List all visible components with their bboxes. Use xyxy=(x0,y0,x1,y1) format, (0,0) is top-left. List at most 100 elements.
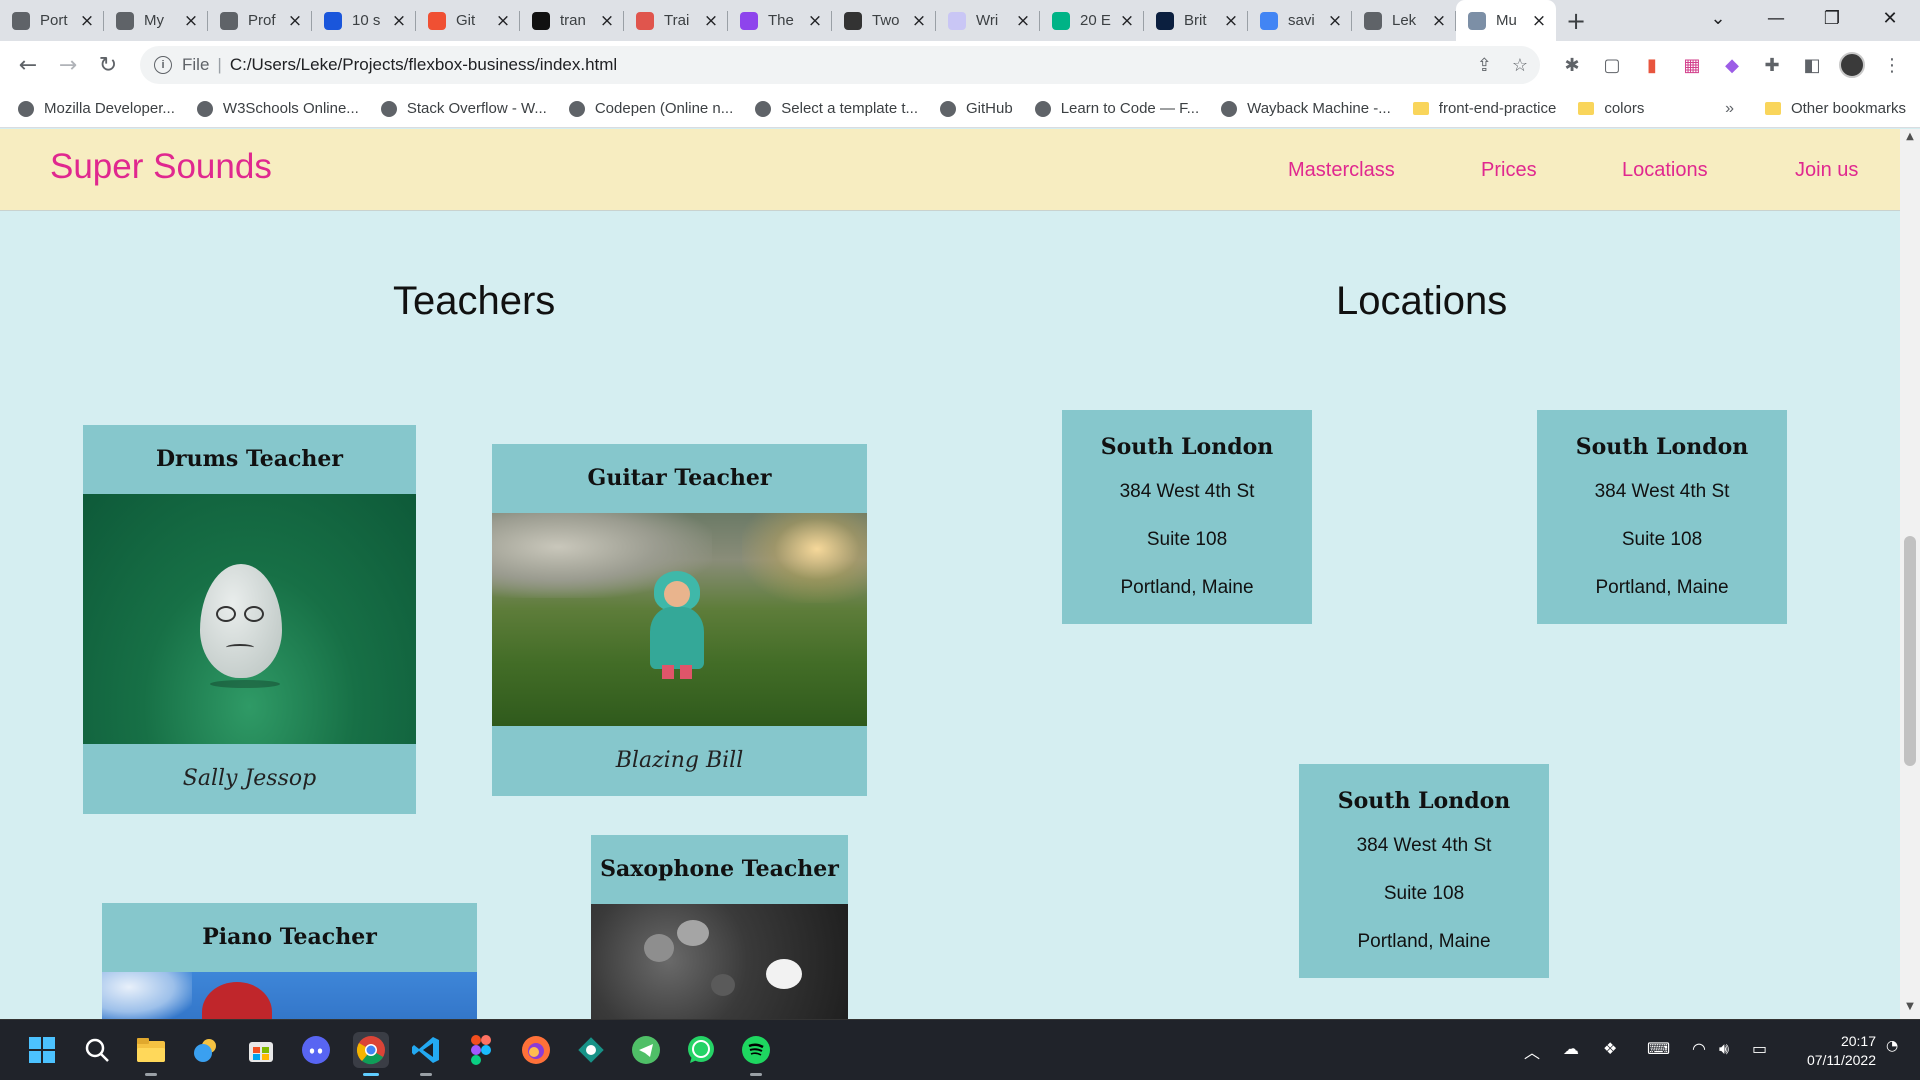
bookmark-item[interactable]: W3Schools Online... xyxy=(196,100,359,117)
keyboard-icon[interactable]: ⌨ xyxy=(1647,1039,1670,1058)
browser-tab[interactable]: The × xyxy=(728,0,832,41)
gitkraken-icon[interactable] xyxy=(573,1032,609,1068)
bookmark-item[interactable]: colors xyxy=(1578,100,1644,117)
close-tab-icon[interactable]: × xyxy=(390,11,408,31)
nav-join-us[interactable]: Join us xyxy=(1795,159,1858,182)
extension-grid-icon[interactable]: ▦ xyxy=(1676,49,1708,81)
store-icon[interactable] xyxy=(243,1032,279,1068)
extension-bars-icon[interactable]: ▮ xyxy=(1636,49,1668,81)
search-icon[interactable] xyxy=(79,1032,115,1068)
system-clock[interactable]: 20:17 07/11/2022 xyxy=(1807,1032,1876,1070)
firefox-icon[interactable] xyxy=(518,1032,554,1068)
address-bar[interactable]: i File | C:/Users/Leke/Projects/flexbox-… xyxy=(140,46,1540,84)
tab-search-icon[interactable]: ⌄ xyxy=(1694,0,1742,36)
page-scrollbar[interactable]: ▲ ▼ xyxy=(1900,129,1920,1019)
browser-toolbar: ← → ↻ i File | C:/Users/Leke/Projects/fl… xyxy=(0,41,1920,90)
browser-tab[interactable]: Mu × xyxy=(1456,0,1556,41)
puzzle-icon[interactable]: ✚ xyxy=(1756,49,1788,81)
close-tab-icon[interactable]: × xyxy=(286,11,304,31)
bookmark-item[interactable]: Codepen (Online n... xyxy=(568,100,733,117)
bookmark-item[interactable]: Select a template t... xyxy=(755,100,918,117)
browser-tab[interactable]: tran × xyxy=(520,0,624,41)
bookmark-item[interactable]: GitHub xyxy=(940,100,1013,117)
tab-title: Wri xyxy=(976,12,999,29)
spotify-icon[interactable] xyxy=(738,1032,774,1076)
notification-icon[interactable]: ◔ xyxy=(1886,1038,1898,1054)
address-separator: | xyxy=(217,55,222,74)
nav-locations[interactable]: Locations xyxy=(1622,159,1708,182)
volume-icon[interactable]: 🔊︎ xyxy=(1719,1039,1729,1059)
close-tab-icon[interactable]: × xyxy=(598,11,616,31)
forward-icon[interactable]: → xyxy=(48,46,88,86)
file-explorer-icon[interactable] xyxy=(133,1032,169,1076)
browser-tab[interactable]: Git × xyxy=(416,0,520,41)
menu-kebab-icon[interactable]: ⋮ xyxy=(1876,49,1908,81)
browser-tab[interactable]: Brit × xyxy=(1144,0,1248,41)
close-tab-icon[interactable]: × xyxy=(1222,11,1240,31)
close-tab-icon[interactable]: × xyxy=(1014,11,1032,31)
weather-icon[interactable] xyxy=(188,1032,224,1068)
restore-icon[interactable]: ❐ xyxy=(1808,0,1856,36)
telegram-icon[interactable] xyxy=(628,1032,664,1068)
bookmark-item[interactable]: Wayback Machine -... xyxy=(1221,100,1391,117)
scroll-thumb[interactable] xyxy=(1904,536,1916,766)
brand-logo[interactable]: Super Sounds xyxy=(50,147,272,187)
chevron-up-icon[interactable]: ︿ xyxy=(1524,1039,1540,1063)
close-tab-icon[interactable]: × xyxy=(78,11,96,31)
browser-tab[interactable]: Trai × xyxy=(624,0,728,41)
close-tab-icon[interactable]: × xyxy=(182,11,200,31)
vscode-icon[interactable] xyxy=(408,1032,444,1076)
close-tab-icon[interactable]: × xyxy=(702,11,720,31)
nav-masterclass[interactable]: Masterclass xyxy=(1288,159,1395,182)
dropbox-icon[interactable]: ❖ xyxy=(1603,1039,1617,1058)
scroll-down-icon[interactable]: ▼ xyxy=(1900,1001,1920,1017)
bookmark-star-icon[interactable]: ☆ xyxy=(1512,55,1528,76)
close-tab-icon[interactable]: × xyxy=(494,11,512,31)
close-tab-icon[interactable]: × xyxy=(1530,11,1548,31)
bookmarks-overflow-icon[interactable]: » xyxy=(1725,100,1734,118)
scroll-up-icon[interactable]: ▲ xyxy=(1900,131,1920,147)
bookmark-item[interactable]: front-end-practice xyxy=(1412,100,1556,117)
browser-tab[interactable]: Lek × xyxy=(1352,0,1456,41)
teacher-title: Saxophone Teacher xyxy=(600,856,839,882)
browser-tab[interactable]: Port × xyxy=(0,0,104,41)
wifi-icon[interactable]: ◠ xyxy=(1692,1039,1706,1058)
chrome-icon[interactable] xyxy=(353,1032,389,1076)
back-icon[interactable]: ← xyxy=(8,46,48,86)
reload-icon[interactable]: ↻ xyxy=(88,46,128,86)
browser-tab[interactable]: 20 E × xyxy=(1040,0,1144,41)
profile-avatar[interactable] xyxy=(1836,49,1868,81)
nav-prices[interactable]: Prices xyxy=(1481,159,1537,182)
other-bookmarks[interactable]: Other bookmarks xyxy=(1764,100,1906,117)
close-window-icon[interactable]: ✕ xyxy=(1866,0,1914,36)
share-icon[interactable]: ⇪ xyxy=(1477,55,1492,76)
close-tab-icon[interactable]: × xyxy=(1326,11,1344,31)
figma-icon[interactable] xyxy=(463,1032,499,1068)
bookmark-item[interactable]: Mozilla Developer... xyxy=(18,100,175,117)
extension-box-icon[interactable]: ▢ xyxy=(1596,49,1628,81)
minimize-icon[interactable]: — xyxy=(1752,0,1800,36)
close-tab-icon[interactable]: × xyxy=(1430,11,1448,31)
close-tab-icon[interactable]: × xyxy=(806,11,824,31)
whatsapp-icon[interactable] xyxy=(683,1032,719,1068)
bug-extension-icon[interactable]: ✱ xyxy=(1556,49,1588,81)
extension-color-icon[interactable]: ◆ xyxy=(1716,49,1748,81)
onedrive-icon[interactable]: ☁ xyxy=(1563,1039,1579,1058)
browser-tab[interactable]: Prof × xyxy=(208,0,312,41)
close-tab-icon[interactable]: × xyxy=(910,11,928,31)
windows-start-icon[interactable] xyxy=(24,1032,60,1068)
close-tab-icon[interactable]: × xyxy=(1118,11,1136,31)
browser-tab[interactable]: 10 s × xyxy=(312,0,416,41)
browser-tab[interactable]: savi × xyxy=(1248,0,1352,41)
discord-icon[interactable] xyxy=(298,1032,334,1068)
browser-tab[interactable]: My × xyxy=(104,0,208,41)
bookmark-item[interactable]: Learn to Code — F... xyxy=(1034,100,1199,117)
side-panel-icon[interactable]: ◧ xyxy=(1796,49,1828,81)
tab-title: Brit xyxy=(1184,12,1207,29)
battery-icon[interactable]: ▭ xyxy=(1752,1039,1767,1058)
new-tab-button[interactable]: + xyxy=(1556,0,1596,41)
browser-tab[interactable]: Wri × xyxy=(936,0,1040,41)
bookmark-item[interactable]: Stack Overflow - W... xyxy=(380,100,547,117)
site-info-icon[interactable]: i xyxy=(154,56,172,74)
browser-tab[interactable]: Two × xyxy=(832,0,936,41)
